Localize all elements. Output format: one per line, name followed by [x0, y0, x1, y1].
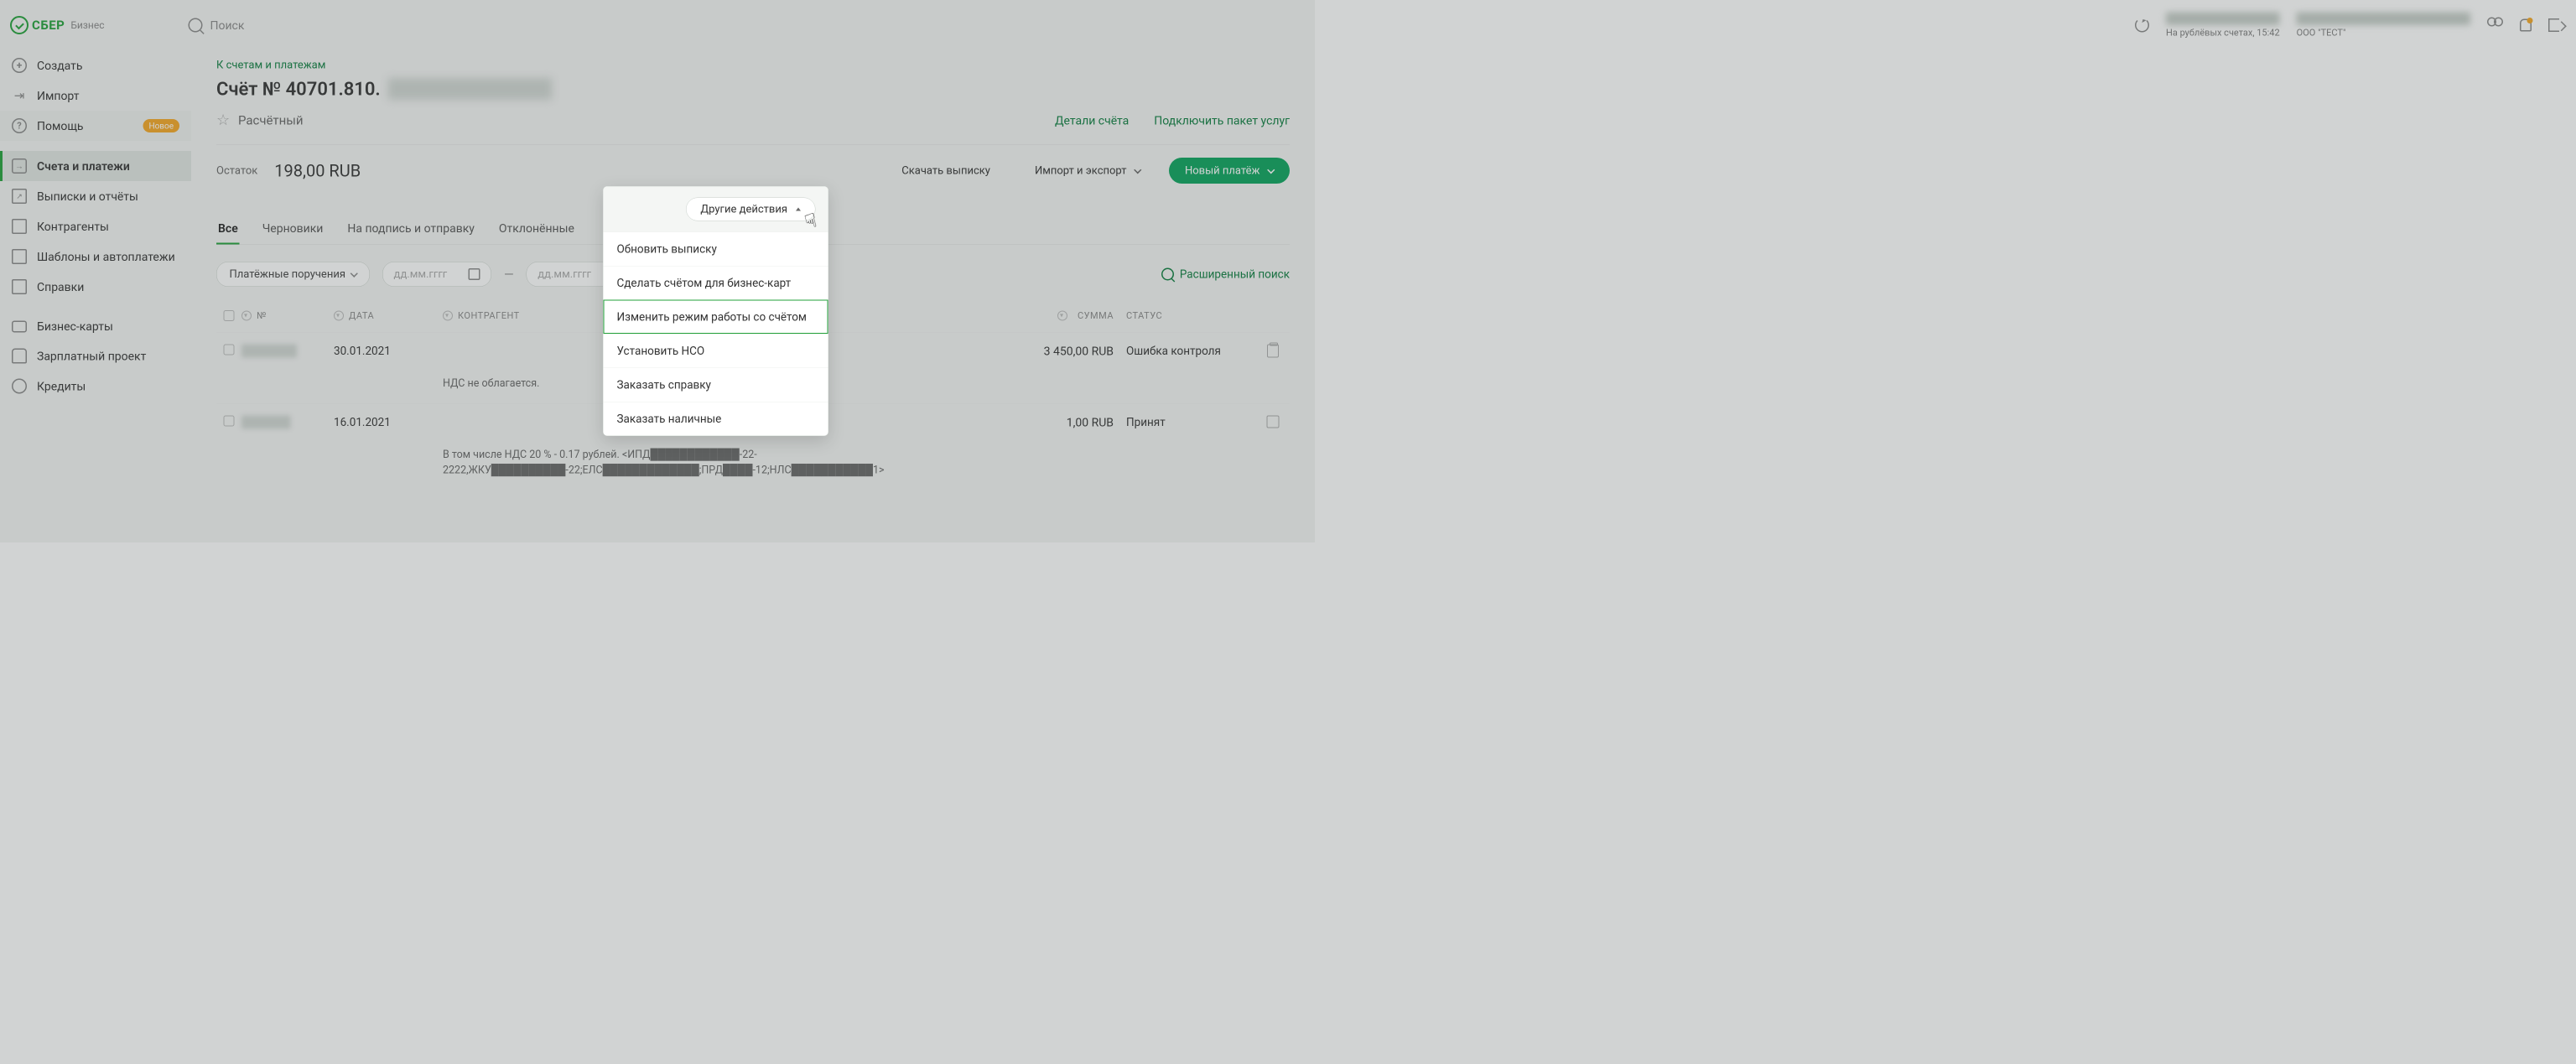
global-search[interactable]: Поиск — [188, 18, 244, 33]
select-all-checkbox[interactable] — [224, 310, 235, 321]
header-balance: ████████ На рублёвых счетах, 15:42 — [2166, 13, 2280, 39]
references-icon — [12, 279, 27, 294]
tab-rejected[interactable]: Отклонённые — [497, 221, 576, 245]
other-actions-button[interactable]: Другие действия — [686, 198, 816, 221]
print-icon[interactable] — [1267, 415, 1280, 428]
sidebar-import[interactable]: Импорт — [0, 80, 191, 111]
new-payment-button[interactable]: Новый платёж — [1169, 158, 1290, 184]
sidebar-create[interactable]: Создать — [0, 50, 191, 80]
dropdown-item-bizcard[interactable]: Сделать счётом для бизнес-карт — [604, 266, 828, 300]
dropdown-item-order-cash[interactable]: Заказать наличные — [604, 402, 828, 436]
sort-icon[interactable] — [242, 311, 252, 321]
balance-amount: 198,00 RUB — [274, 161, 361, 181]
sidebar-templates[interactable]: Шаблоны и автоплатежи — [0, 241, 191, 272]
sort-icon[interactable] — [443, 311, 453, 321]
sidebar-statements[interactable]: Выписки и отчёты — [0, 181, 191, 211]
row-status: Ошибка контроля — [1114, 345, 1256, 358]
sidebar-references[interactable]: Справки — [0, 272, 191, 302]
payments-icon — [12, 158, 27, 174]
chevron-down-icon — [351, 269, 358, 277]
salary-icon — [12, 349, 27, 364]
templates-icon — [12, 249, 27, 264]
balance-subtext: На рублёвых счетах, 15:42 — [2166, 28, 2280, 39]
sort-icon[interactable] — [1057, 311, 1067, 321]
row-date: 16.01.2021 — [334, 415, 443, 428]
favorite-star-icon[interactable] — [216, 113, 231, 127]
company-masked: ████████████████ — [2297, 13, 2470, 26]
statements-icon — [12, 189, 27, 204]
chevron-down-icon — [1267, 166, 1275, 174]
row-checkbox[interactable] — [224, 415, 235, 426]
import-export-button[interactable]: Импорт и экспорт — [1019, 158, 1156, 184]
users-icon[interactable] — [2487, 18, 2503, 34]
sidebar-help[interactable]: ПомощьНовое — [0, 111, 191, 141]
sidebar-accounts[interactable]: Счета и платежи — [0, 151, 191, 181]
sber-logo-icon — [10, 16, 29, 34]
balance-label: Остаток — [216, 164, 257, 177]
account-details-link[interactable]: Детали счёта — [1055, 114, 1129, 128]
row-status: Принят — [1114, 415, 1256, 428]
notifications-badge — [2527, 18, 2533, 23]
sidebar-cards[interactable]: Бизнес-карты — [0, 312, 191, 341]
company-name: ООО "ТЕСТ" — [2297, 28, 2470, 39]
row-date: 30.01.2021 — [334, 345, 443, 358]
breadcrumb-back[interactable]: К счетам и платежам — [216, 59, 1290, 71]
refresh-icon[interactable] — [2135, 18, 2149, 33]
account-package-link[interactable]: Подключить пакет услуг — [1154, 114, 1290, 128]
credits-icon — [12, 379, 27, 394]
sidebar-salary[interactable]: Зарплатный проект — [0, 341, 191, 371]
account-type: Расчётный — [238, 113, 304, 128]
search-icon — [188, 18, 202, 33]
notifications-icon[interactable] — [2520, 19, 2532, 32]
import-icon — [12, 88, 27, 103]
download-statement-button[interactable]: Скачать выписку — [886, 158, 1006, 184]
dropdown-item-order-ref[interactable]: Заказать справку — [604, 368, 828, 402]
tab-drafts[interactable]: Черновики — [261, 221, 325, 245]
other-actions-dropdown: Другие действия Обновить выписку Сделать… — [603, 186, 828, 436]
triangle-up-icon — [796, 208, 801, 211]
row-checkbox[interactable] — [224, 345, 235, 356]
row-sum: 1,00 RUB — [979, 415, 1114, 429]
sidebar-credits[interactable]: Кредиты — [0, 371, 191, 402]
search-placeholder: Поиск — [210, 18, 244, 33]
counterparties-icon — [12, 219, 27, 234]
advanced-search-link[interactable]: Расширенный поиск — [1161, 267, 1290, 281]
help-icon — [12, 118, 27, 133]
date-from-input[interactable]: дд.мм.гггг — [382, 262, 491, 287]
sidebar: Создать Импорт ПомощьНовое Счета и плате… — [0, 0, 191, 542]
doc-type-select[interactable]: Платёжные поручения — [216, 262, 370, 287]
row-sum: 3 450,00 RUB — [979, 345, 1114, 359]
logo-sub: Бизнес — [70, 19, 104, 31]
balance-masked: ████████ — [2166, 13, 2280, 26]
dropdown-item-change-mode[interactable]: Изменить режим работы со счётом — [604, 300, 828, 335]
header-company[interactable]: ████████████████ ООО "ТЕСТ" — [2297, 13, 2470, 39]
logout-icon[interactable] — [2548, 18, 2559, 32]
cards-icon — [12, 320, 27, 332]
dropdown-item-nso[interactable]: Установить НСО — [604, 334, 828, 368]
tab-all[interactable]: Все — [216, 221, 240, 245]
search-icon — [1161, 268, 1174, 281]
app-logo[interactable]: СБЕР Бизнес — [10, 0, 104, 50]
help-badge: Новое — [143, 119, 179, 132]
sort-icon[interactable] — [334, 311, 344, 321]
calendar-icon — [468, 268, 480, 280]
trash-icon[interactable] — [1267, 345, 1279, 358]
tab-tosign[interactable]: На подпись и отправку — [345, 221, 476, 245]
plus-icon — [12, 58, 27, 73]
account-title: Счёт № 40701.810. ██████████ — [216, 78, 1290, 100]
dropdown-item-refresh[interactable]: Обновить выписку — [604, 232, 828, 267]
chevron-down-icon — [1134, 166, 1141, 174]
logo-brand: СБЕР — [32, 18, 65, 33]
sidebar-counterparties[interactable]: Контрагенты — [0, 211, 191, 241]
